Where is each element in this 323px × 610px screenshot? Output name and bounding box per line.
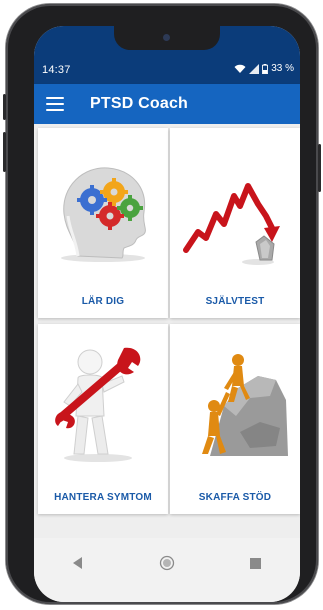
tile-sjalvtest[interactable]: SJÄLVTEST (170, 128, 300, 318)
recents-button[interactable] (236, 552, 276, 574)
hamburger-menu-icon[interactable] (46, 97, 64, 111)
back-button[interactable] (58, 552, 98, 574)
tile-lar-dig[interactable]: LÄR DIG (38, 128, 168, 318)
phone-volume-button (3, 132, 6, 172)
phone-power-button (318, 144, 321, 192)
battery-icon (262, 63, 269, 74)
tile-grid: LÄR DIG SJÄLVTEST HANTERA SYMTOM SKAFFA … (34, 124, 300, 534)
app-bar: PTSD Coach (34, 84, 300, 124)
home-button[interactable] (147, 552, 187, 574)
climbers-helping-illustration (202, 354, 288, 456)
home-icon (159, 555, 175, 571)
figure-with-wrench-illustration (55, 347, 141, 462)
tile-label-lar-dig: LÄR DIG (81, 296, 125, 307)
battery-percent: 33 % (271, 63, 294, 74)
tile-hantera-symtom[interactable]: HANTERA SYMTOM (38, 324, 168, 514)
wifi-icon (234, 64, 246, 73)
signal-icon (249, 63, 260, 74)
tile-label-skaffa-stod: SKAFFA STÖD (198, 492, 272, 503)
camera-notch (114, 26, 220, 50)
status-time: 14:37 (42, 64, 71, 76)
app-title: PTSD Coach (90, 95, 189, 112)
head-gears-illustration (61, 167, 146, 262)
declining-arrow-illustration (183, 183, 280, 265)
system-nav-bar (34, 538, 300, 602)
tile-label-hantera-symtom: HANTERA SYMTOM (54, 492, 152, 503)
back-icon (73, 557, 83, 569)
status-icons: 33 % (234, 63, 294, 74)
tile-label-sjalvtest: SJÄLVTEST (205, 296, 265, 307)
tile-skaffa-stod[interactable]: SKAFFA STÖD (170, 324, 300, 514)
front-camera (163, 34, 170, 41)
phone-frame: 14:37 33 % PTSD Coach LÄR DIG SJÄLVTEST … (3, 4, 321, 604)
phone-side-button (3, 94, 6, 120)
phone-screen: 14:37 33 % PTSD Coach LÄR DIG SJÄLVTEST … (34, 26, 300, 602)
recents-icon (250, 557, 262, 569)
